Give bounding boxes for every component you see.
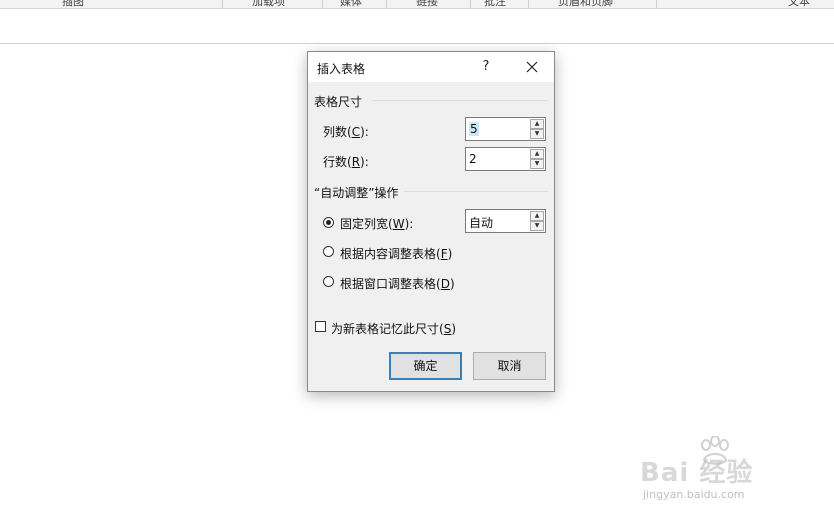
insert-table-dialog: 插入表格 ? 表格尺寸 列数(C): 5 ▲ ▼ 行数(R): 2 ▲ ▼ “自…	[307, 51, 555, 392]
ribbon-strip: 插图 加载项 媒体 链接 批注 页眉和页脚 文本	[0, 0, 834, 9]
columns-value[interactable]: 5	[469, 122, 479, 136]
autofit-content-radio[interactable]	[323, 246, 334, 257]
spin-up-icon[interactable]: ▲	[530, 149, 544, 159]
ribbon-separator	[386, 0, 387, 8]
ribbon-group-illustrations[interactable]: 插图	[62, 0, 84, 8]
ribbon-separator	[528, 0, 529, 8]
close-icon[interactable]	[520, 56, 544, 78]
ribbon-separator	[656, 0, 657, 8]
remember-size-checkbox[interactable]	[315, 321, 326, 332]
spin-up-icon[interactable]: ▲	[530, 211, 544, 221]
autofit-heading: “自动调整”操作	[314, 186, 399, 200]
rows-spinner[interactable]: 2 ▲ ▼	[465, 147, 546, 171]
columns-spinner[interactable]: 5 ▲ ▼	[465, 117, 546, 141]
ribbon-separator	[470, 0, 471, 8]
dialog-title: 插入表格	[317, 62, 366, 76]
spin-down-icon[interactable]: ▼	[530, 159, 544, 169]
fixed-width-radio[interactable]	[323, 217, 334, 228]
help-icon[interactable]: ?	[474, 56, 498, 78]
section-divider	[404, 191, 548, 192]
spin-up-icon[interactable]: ▲	[530, 119, 544, 129]
spin-down-icon[interactable]: ▼	[530, 129, 544, 139]
rows-value[interactable]: 2	[469, 152, 477, 166]
autofit-window-radio[interactable]	[323, 276, 334, 287]
ribbon-group-links[interactable]: 链接	[416, 0, 438, 8]
fixed-width-label[interactable]: 固定列宽(W):	[340, 215, 413, 232]
columns-label: 列数(C):	[323, 125, 369, 139]
ribbon-group-comments[interactable]: 批注	[484, 0, 506, 8]
spin-down-icon[interactable]: ▼	[530, 221, 544, 231]
ribbon-separator	[322, 0, 323, 8]
ribbon-group-header-footer[interactable]: 页眉和页脚	[558, 0, 613, 8]
dialog-titlebar[interactable]: 插入表格 ?	[308, 52, 554, 82]
remember-size-label[interactable]: 为新表格记忆此尺寸(S)	[331, 320, 456, 337]
section-divider	[372, 100, 548, 101]
baidu-watermark: Bai 经验 jingyan.baidu.com	[640, 436, 800, 516]
ribbon-group-media[interactable]: 媒体	[340, 0, 362, 8]
ribbon-collapsed-area	[0, 9, 834, 44]
rows-label: 行数(R):	[323, 155, 369, 169]
ok-button[interactable]: 确定	[389, 352, 462, 380]
ribbon-group-text[interactable]: 文本	[788, 0, 810, 8]
cancel-button[interactable]: 取消	[473, 352, 546, 380]
autofit-window-label[interactable]: 根据窗口调整表格(D)	[340, 275, 455, 292]
fixed-width-value[interactable]: 自动	[469, 214, 493, 231]
table-size-heading: 表格尺寸	[314, 95, 363, 109]
radio-selected-dot	[326, 220, 331, 225]
ribbon-separator	[222, 0, 223, 8]
autofit-content-label[interactable]: 根据内容调整表格(F)	[340, 245, 452, 262]
ribbon-group-addins[interactable]: 加载项	[252, 0, 285, 8]
fixed-width-spinner[interactable]: 自动 ▲ ▼	[465, 209, 546, 233]
watermark-brand: Bai 经验	[640, 458, 754, 488]
watermark-url: jingyan.baidu.com	[643, 488, 745, 501]
